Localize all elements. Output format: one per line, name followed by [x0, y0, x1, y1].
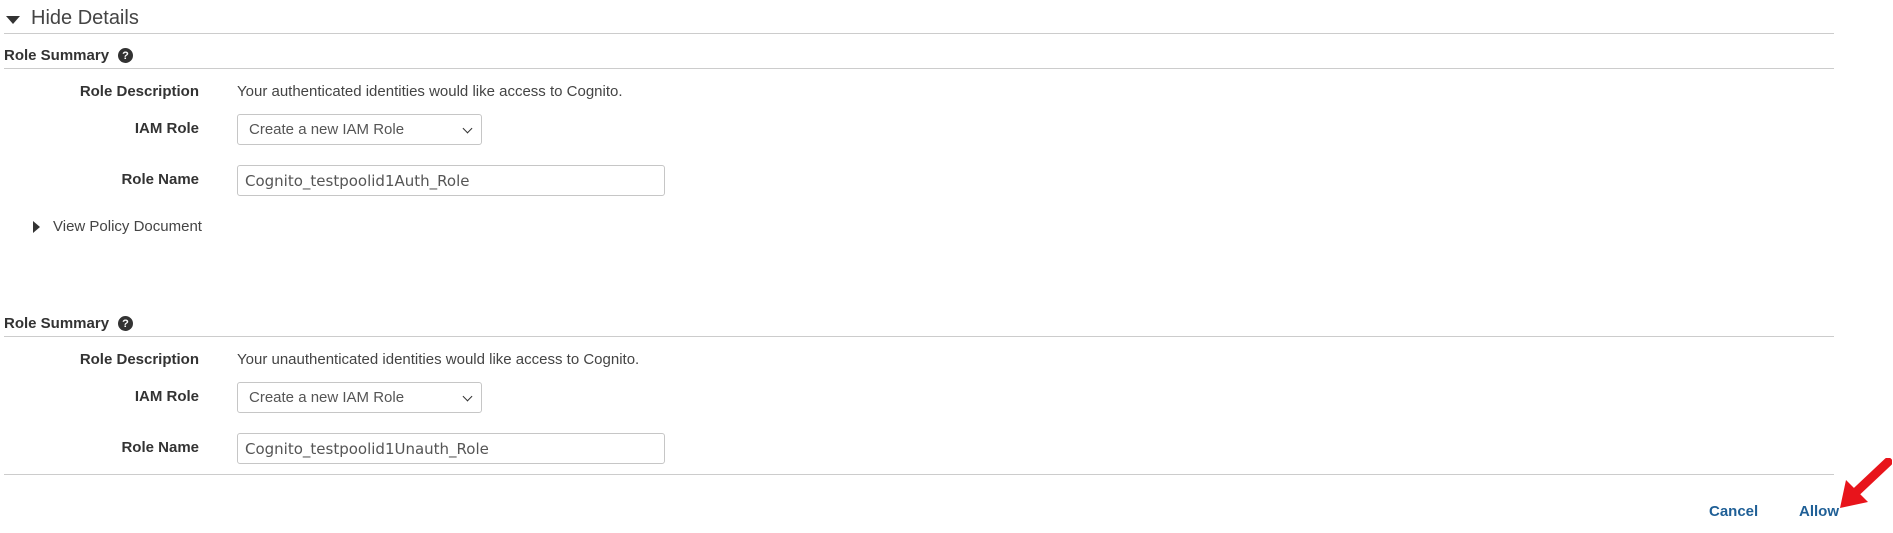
divider [4, 474, 1834, 475]
iam-role-select[interactable]: Create a new IAM Role [237, 114, 482, 145]
divider [4, 68, 1834, 69]
role-description-value: Your authenticated identities would like… [237, 83, 623, 100]
help-icon[interactable]: ? [118, 48, 134, 63]
iam-role-label: IAM Role [134, 388, 199, 405]
view-policy-document-label: View Policy Document [53, 218, 202, 235]
view-policy-document-toggle[interactable]: View Policy Document [33, 218, 202, 235]
role-description-label: Role Description [79, 351, 199, 368]
section-title-label: Role Summary [4, 47, 110, 64]
section-title-unauth: Role Summary ? [4, 315, 134, 332]
role-description-value: Your unauthenticated identities would li… [237, 351, 640, 368]
divider [4, 336, 1834, 337]
role-name-label: Role Name [121, 439, 199, 456]
chevron-down-icon [462, 123, 473, 134]
iam-role-label: IAM Role [134, 120, 199, 137]
role-name-label: Role Name [121, 171, 199, 188]
caret-down-icon [6, 15, 20, 24]
red-arrow-icon [1840, 458, 1892, 508]
allow-button[interactable]: Allow [1799, 503, 1839, 520]
role-description-label: Role Description [79, 83, 199, 100]
iam-role-select[interactable]: Create a new IAM Role [237, 382, 482, 413]
help-icon[interactable]: ? [118, 316, 134, 331]
divider [4, 33, 1834, 34]
role-name-input[interactable] [237, 165, 665, 196]
cancel-button[interactable]: Cancel [1709, 503, 1758, 520]
iam-role-selected-value: Create a new IAM Role [249, 389, 405, 406]
section-title-label: Role Summary [4, 315, 110, 332]
section-title-auth: Role Summary ? [4, 47, 134, 64]
role-name-input[interactable] [237, 433, 665, 464]
hide-details-label: Hide Details [31, 7, 139, 29]
page: Hide Details Role Summary ? Role Descrip… [0, 0, 1893, 533]
iam-role-selected-value: Create a new IAM Role [249, 121, 405, 138]
caret-right-icon [33, 220, 40, 233]
chevron-down-icon [462, 391, 473, 402]
hide-details-toggle[interactable]: Hide Details [6, 7, 139, 30]
